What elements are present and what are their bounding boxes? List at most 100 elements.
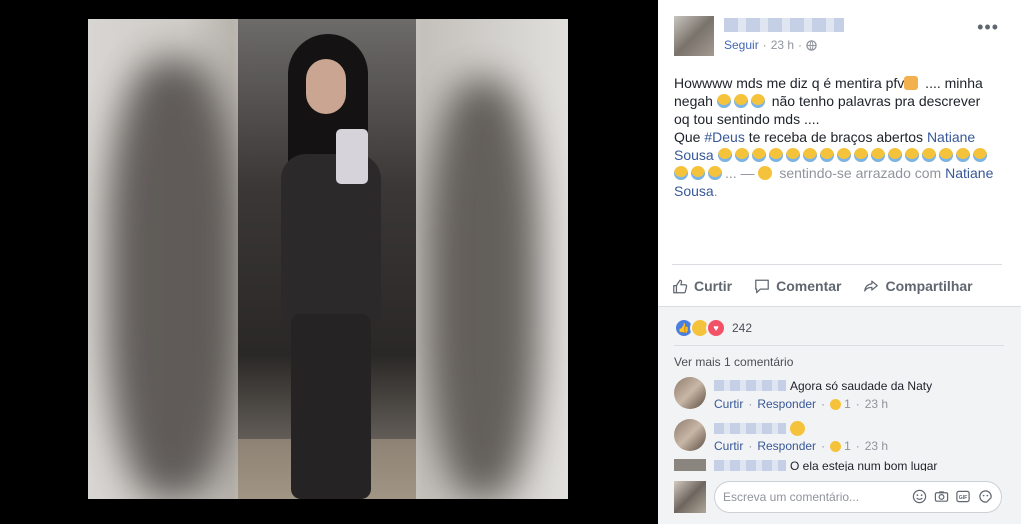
comment-actions: Curtir · Responder · 1 · 23 h xyxy=(714,439,888,453)
hashtag-link[interactable]: #Deus xyxy=(704,129,744,145)
post-photo[interactable] xyxy=(88,19,568,499)
sad-reaction-icon xyxy=(830,440,842,452)
commenter-name-blurred[interactable] xyxy=(714,423,786,434)
current-user-avatar xyxy=(674,481,706,513)
feeling-text: sentindo-se arrazado com xyxy=(775,165,946,181)
divider xyxy=(674,345,1004,346)
crying-emoji-icon xyxy=(819,148,834,162)
comment-reaction[interactable]: 1 xyxy=(830,397,851,411)
sad-reaction-icon xyxy=(830,398,842,410)
separator: · xyxy=(821,439,826,453)
photo-blur-right xyxy=(428,79,538,499)
comment-reply-link[interactable]: Responder xyxy=(757,439,816,453)
sad-emoji-icon xyxy=(758,166,773,180)
sticker-icon[interactable] xyxy=(977,488,993,504)
crying-emoji-icon xyxy=(921,148,936,162)
commenter-avatar[interactable] xyxy=(674,459,706,471)
comment-input-placeholder: Escreva um comentário... xyxy=(723,490,860,504)
comments-section: 👍 ♥ 242 Ver mais 1 comentário Agora só s… xyxy=(658,306,1021,524)
crying-emoji-icon xyxy=(733,94,748,108)
pray-emoji-icon xyxy=(904,76,919,90)
share-label: Compartilhar xyxy=(885,278,973,294)
crying-emoji-icon xyxy=(691,166,705,180)
crying-emoji-icon xyxy=(904,148,919,162)
comment-time[interactable]: 23 h xyxy=(865,439,888,453)
post-time[interactable]: 23 h xyxy=(771,38,794,52)
post-text: Howwww mds me diz q é mentira pfv .... m… xyxy=(674,74,994,200)
commenter-name-blurred[interactable] xyxy=(714,460,786,471)
photo-blur-left xyxy=(108,59,238,499)
post-text-part: . xyxy=(713,183,718,199)
thumb-up-icon xyxy=(672,278,688,294)
crying-emoji-icon xyxy=(955,148,970,162)
commenter-avatar[interactable] xyxy=(674,377,706,409)
author-name-blurred[interactable] xyxy=(724,18,844,32)
crying-emoji-icon xyxy=(802,148,817,162)
crying-emoji-icon xyxy=(870,148,885,162)
comment-body: Agora só saudade da Naty xyxy=(714,379,932,393)
svg-text:GIF: GIF xyxy=(959,494,968,500)
separator: · xyxy=(748,439,753,453)
person-legs xyxy=(291,314,371,499)
share-button[interactable]: Compartilhar xyxy=(863,278,973,294)
separator: · xyxy=(821,397,826,411)
crying-emoji-icon xyxy=(836,148,851,162)
comment-like-link[interactable]: Curtir xyxy=(714,439,743,453)
follow-link[interactable]: Seguir xyxy=(724,38,759,52)
smile-icon[interactable] xyxy=(911,488,927,504)
person-phone xyxy=(336,129,368,184)
comment-bubble-icon xyxy=(754,278,770,294)
comment-reaction-count: 1 xyxy=(844,397,851,411)
comment-input[interactable]: Escreva um comentário... GIF xyxy=(714,481,1002,513)
sad-emoji-icon xyxy=(790,421,805,436)
comment-time[interactable]: 23 h xyxy=(865,397,888,411)
commenter-name-blurred[interactable] xyxy=(714,380,786,391)
gif-icon[interactable]: GIF xyxy=(955,488,971,504)
photo-person xyxy=(276,34,386,499)
author-avatar[interactable] xyxy=(674,16,714,56)
comment-reaction[interactable]: 1 xyxy=(830,439,851,453)
comment-like-link[interactable]: Curtir xyxy=(714,397,743,411)
separator: · xyxy=(855,439,860,453)
person-face xyxy=(306,59,346,114)
post-meta: Seguir · 23 h · xyxy=(724,38,817,52)
separator: · xyxy=(855,397,860,411)
post-text-part: oq tou sentindo mds .... xyxy=(674,111,820,127)
comment-composer: Escreva um comentário... GIF xyxy=(674,479,1004,515)
like-label: Curtir xyxy=(694,278,733,294)
post-text-part: Howwww mds me diz q é mentira pfv xyxy=(674,75,905,91)
camera-icon[interactable] xyxy=(933,488,949,504)
post-actions: Curtir Comentar Compartilhar xyxy=(672,264,1002,307)
see-more-comments-link[interactable]: Ver mais 1 comentário xyxy=(674,355,793,369)
comment-body xyxy=(714,421,805,436)
post-text-part: ... — xyxy=(725,165,759,181)
crying-emoji-icon xyxy=(887,148,902,162)
crying-emoji-icon xyxy=(750,94,765,108)
love-reaction-icon: ♥ xyxy=(706,318,726,338)
crying-emoji-icon xyxy=(716,94,731,108)
reactions-summary[interactable]: 👍 ♥ 242 xyxy=(674,318,752,338)
commenter-avatar[interactable] xyxy=(674,419,706,451)
share-arrow-icon xyxy=(863,278,879,294)
post-side-panel: Seguir · 23 h · ••• Howwww mds me diz q … xyxy=(658,0,1021,524)
meta-separator: · xyxy=(798,38,803,52)
comment-label: Comentar xyxy=(776,278,842,294)
like-button[interactable]: Curtir xyxy=(672,278,732,294)
comment-reply-link[interactable]: Responder xyxy=(757,397,816,411)
comment-item-partial: O ela esteja num bom lugar xyxy=(674,459,1004,471)
post-text-part: te receba de braços abertos xyxy=(744,129,927,145)
crying-emoji-icon xyxy=(785,148,800,162)
crying-emoji-icon xyxy=(751,148,766,162)
composer-icons: GIF xyxy=(911,488,993,504)
comment-button[interactable]: Comentar xyxy=(754,278,841,294)
comment-text: O ela esteja num bom lugar xyxy=(790,459,938,471)
comment-text: Agora só saudade da Naty xyxy=(790,379,933,393)
post-text-part: Que xyxy=(674,129,705,145)
post-header: Seguir · 23 h · ••• xyxy=(658,0,1021,60)
comment-actions: Curtir · Responder · 1 · 23 h xyxy=(714,397,888,411)
more-options-button[interactable]: ••• xyxy=(977,18,999,36)
comment-reaction-count: 1 xyxy=(844,439,851,453)
crying-emoji-icon xyxy=(853,148,868,162)
post-text-part: não tenho palavras pra descrever xyxy=(767,93,981,109)
post-text-part: .... minha xyxy=(921,75,983,91)
